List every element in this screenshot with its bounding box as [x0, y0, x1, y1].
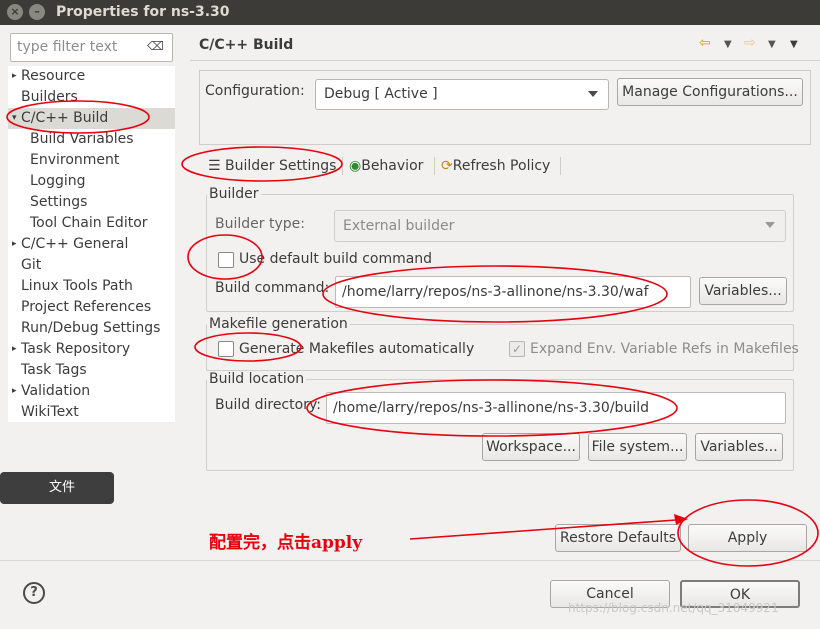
expand-arrow-icon[interactable]: ▸ — [12, 66, 17, 87]
build-directory-value: /home/larry/repos/ns-3-allinone/ns-3.30/… — [333, 400, 649, 416]
tree-item-builders[interactable]: Builders — [21, 87, 78, 108]
manage-configurations-button[interactable]: Manage Configurations... — [617, 78, 803, 106]
apply-button[interactable]: Apply — [688, 524, 807, 552]
builder-type-value: External builder — [343, 218, 455, 234]
expand-env-refs-label: Expand Env. Variable Refs in Makefiles — [530, 341, 799, 357]
build-command-value: /home/larry/repos/ns-3-allinone/ns-3.30/… — [342, 284, 649, 300]
build-command-label: Build command: — [215, 280, 330, 296]
file-system-button[interactable]: File system... — [588, 433, 687, 461]
tree-item-task-tags[interactable]: Task Tags — [21, 360, 87, 381]
build-directory-variables-button[interactable]: Variables... — [695, 433, 783, 461]
tooltip: 文件 — [0, 472, 114, 504]
help-icon[interactable]: ? — [23, 582, 45, 604]
workspace-button[interactable]: Workspace... — [482, 433, 580, 461]
refresh-icon: ⟳ — [441, 158, 453, 174]
tree-item-git[interactable]: Git — [21, 255, 41, 276]
filter-placeholder: type filter text — [17, 39, 118, 55]
expand-arrow-icon[interactable]: ▸ — [12, 234, 17, 255]
chevron-down-icon — [765, 222, 775, 228]
tree-item-task-repository[interactable]: ▸ Task Repository — [12, 339, 130, 360]
tree-item-wikitext[interactable]: WikiText — [21, 402, 79, 423]
collapse-arrow-icon[interactable]: ▾ — [12, 108, 17, 129]
builder-legend: Builder — [209, 186, 259, 202]
close-window-button[interactable]: × — [7, 4, 23, 20]
watermark: https://blog.csdn.net/qq_31849921 — [568, 601, 779, 615]
generate-makefiles-label[interactable]: Generate Makefiles automatically — [239, 341, 474, 357]
header-divider — [190, 60, 820, 61]
builder-type-label: Builder type: — [215, 216, 305, 232]
view-menu-icon[interactable]: ▼ — [790, 39, 798, 50]
tree-item-cpp-general[interactable]: ▸ C/C++ General — [12, 234, 128, 255]
tab-refresh-policy[interactable]: ⟳Refresh Policy — [441, 155, 550, 177]
builder-type-select: External builder — [334, 210, 786, 242]
tree-item-project-references[interactable]: Project References — [21, 297, 151, 318]
forward-history-dropdown-icon[interactable]: ▼ — [768, 39, 776, 50]
tree-item-resource[interactable]: ▸ Resource — [12, 66, 85, 87]
filter-input[interactable]: type filter text ⌫ — [10, 33, 173, 62]
tab-behavior[interactable]: ◉Behavior — [349, 155, 423, 177]
configuration-label: Configuration: — [205, 83, 305, 99]
makefile-legend: Makefile generation — [209, 316, 348, 332]
property-tree: ▸ Resource Builders ▾ C/C++ Build Build Va… — [8, 66, 175, 422]
generate-makefiles-checkbox[interactable] — [218, 341, 234, 357]
footer-divider — [0, 560, 820, 561]
build-location-legend: Build location — [209, 371, 305, 387]
back-arrow-icon[interactable]: ⇦ — [699, 35, 711, 51]
back-history-dropdown-icon[interactable]: ▼ — [724, 39, 732, 50]
radio-icon: ◉ — [349, 158, 362, 174]
tab-separator — [434, 157, 435, 175]
build-directory-label: Build directory: — [215, 397, 321, 413]
configuration-value: Debug [ Active ] — [324, 86, 438, 102]
build-directory-input[interactable]: /home/larry/repos/ns-3-allinone/ns-3.30/… — [326, 392, 786, 424]
clear-filter-icon[interactable]: ⌫ — [147, 39, 164, 53]
expand-arrow-icon[interactable]: ▸ — [12, 339, 17, 360]
configuration-select[interactable]: Debug [ Active ] — [315, 79, 609, 110]
build-command-variables-button[interactable]: Variables... — [699, 277, 787, 305]
expand-arrow-icon[interactable]: ▸ — [12, 381, 17, 402]
tree-item-build-variables[interactable]: Build Variables — [30, 129, 134, 150]
build-command-input[interactable]: /home/larry/repos/ns-3-allinone/ns-3.30/… — [335, 276, 691, 308]
window-title: Properties for ns-3.30 — [56, 4, 230, 20]
list-icon: ☰ — [208, 158, 221, 174]
page-title: C/C++ Build — [199, 37, 294, 53]
annotation-note: 配置完，点击apply — [209, 533, 363, 553]
tree-item-environment[interactable]: Environment — [30, 150, 119, 171]
tree-item-cpp-build[interactable]: ▾ C/C++ Build — [8, 108, 175, 129]
tab-separator — [342, 157, 343, 175]
tree-item-tool-chain-editor[interactable]: Tool Chain Editor — [30, 213, 148, 234]
minimize-window-button[interactable]: – — [29, 4, 45, 20]
use-default-build-command-checkbox[interactable] — [218, 252, 234, 268]
tree-item-logging[interactable]: Logging — [30, 171, 86, 192]
restore-defaults-button[interactable]: Restore Defaults — [555, 524, 681, 552]
expand-env-refs-checkbox: ✓ — [509, 341, 525, 357]
tree-item-linux-tools-path[interactable]: Linux Tools Path — [21, 276, 133, 297]
tree-item-run-debug-settings[interactable]: Run/Debug Settings — [21, 318, 160, 339]
tab-builder-settings[interactable]: ☰ Builder Settings — [208, 155, 336, 177]
forward-arrow-icon[interactable]: ⇨ — [744, 35, 756, 51]
tree-item-settings[interactable]: Settings — [30, 192, 87, 213]
chevron-down-icon — [588, 91, 598, 97]
tree-item-validation[interactable]: ▸ Validation — [12, 381, 90, 402]
use-default-build-command-label[interactable]: Use default build command — [239, 251, 432, 267]
tab-separator — [560, 157, 561, 175]
